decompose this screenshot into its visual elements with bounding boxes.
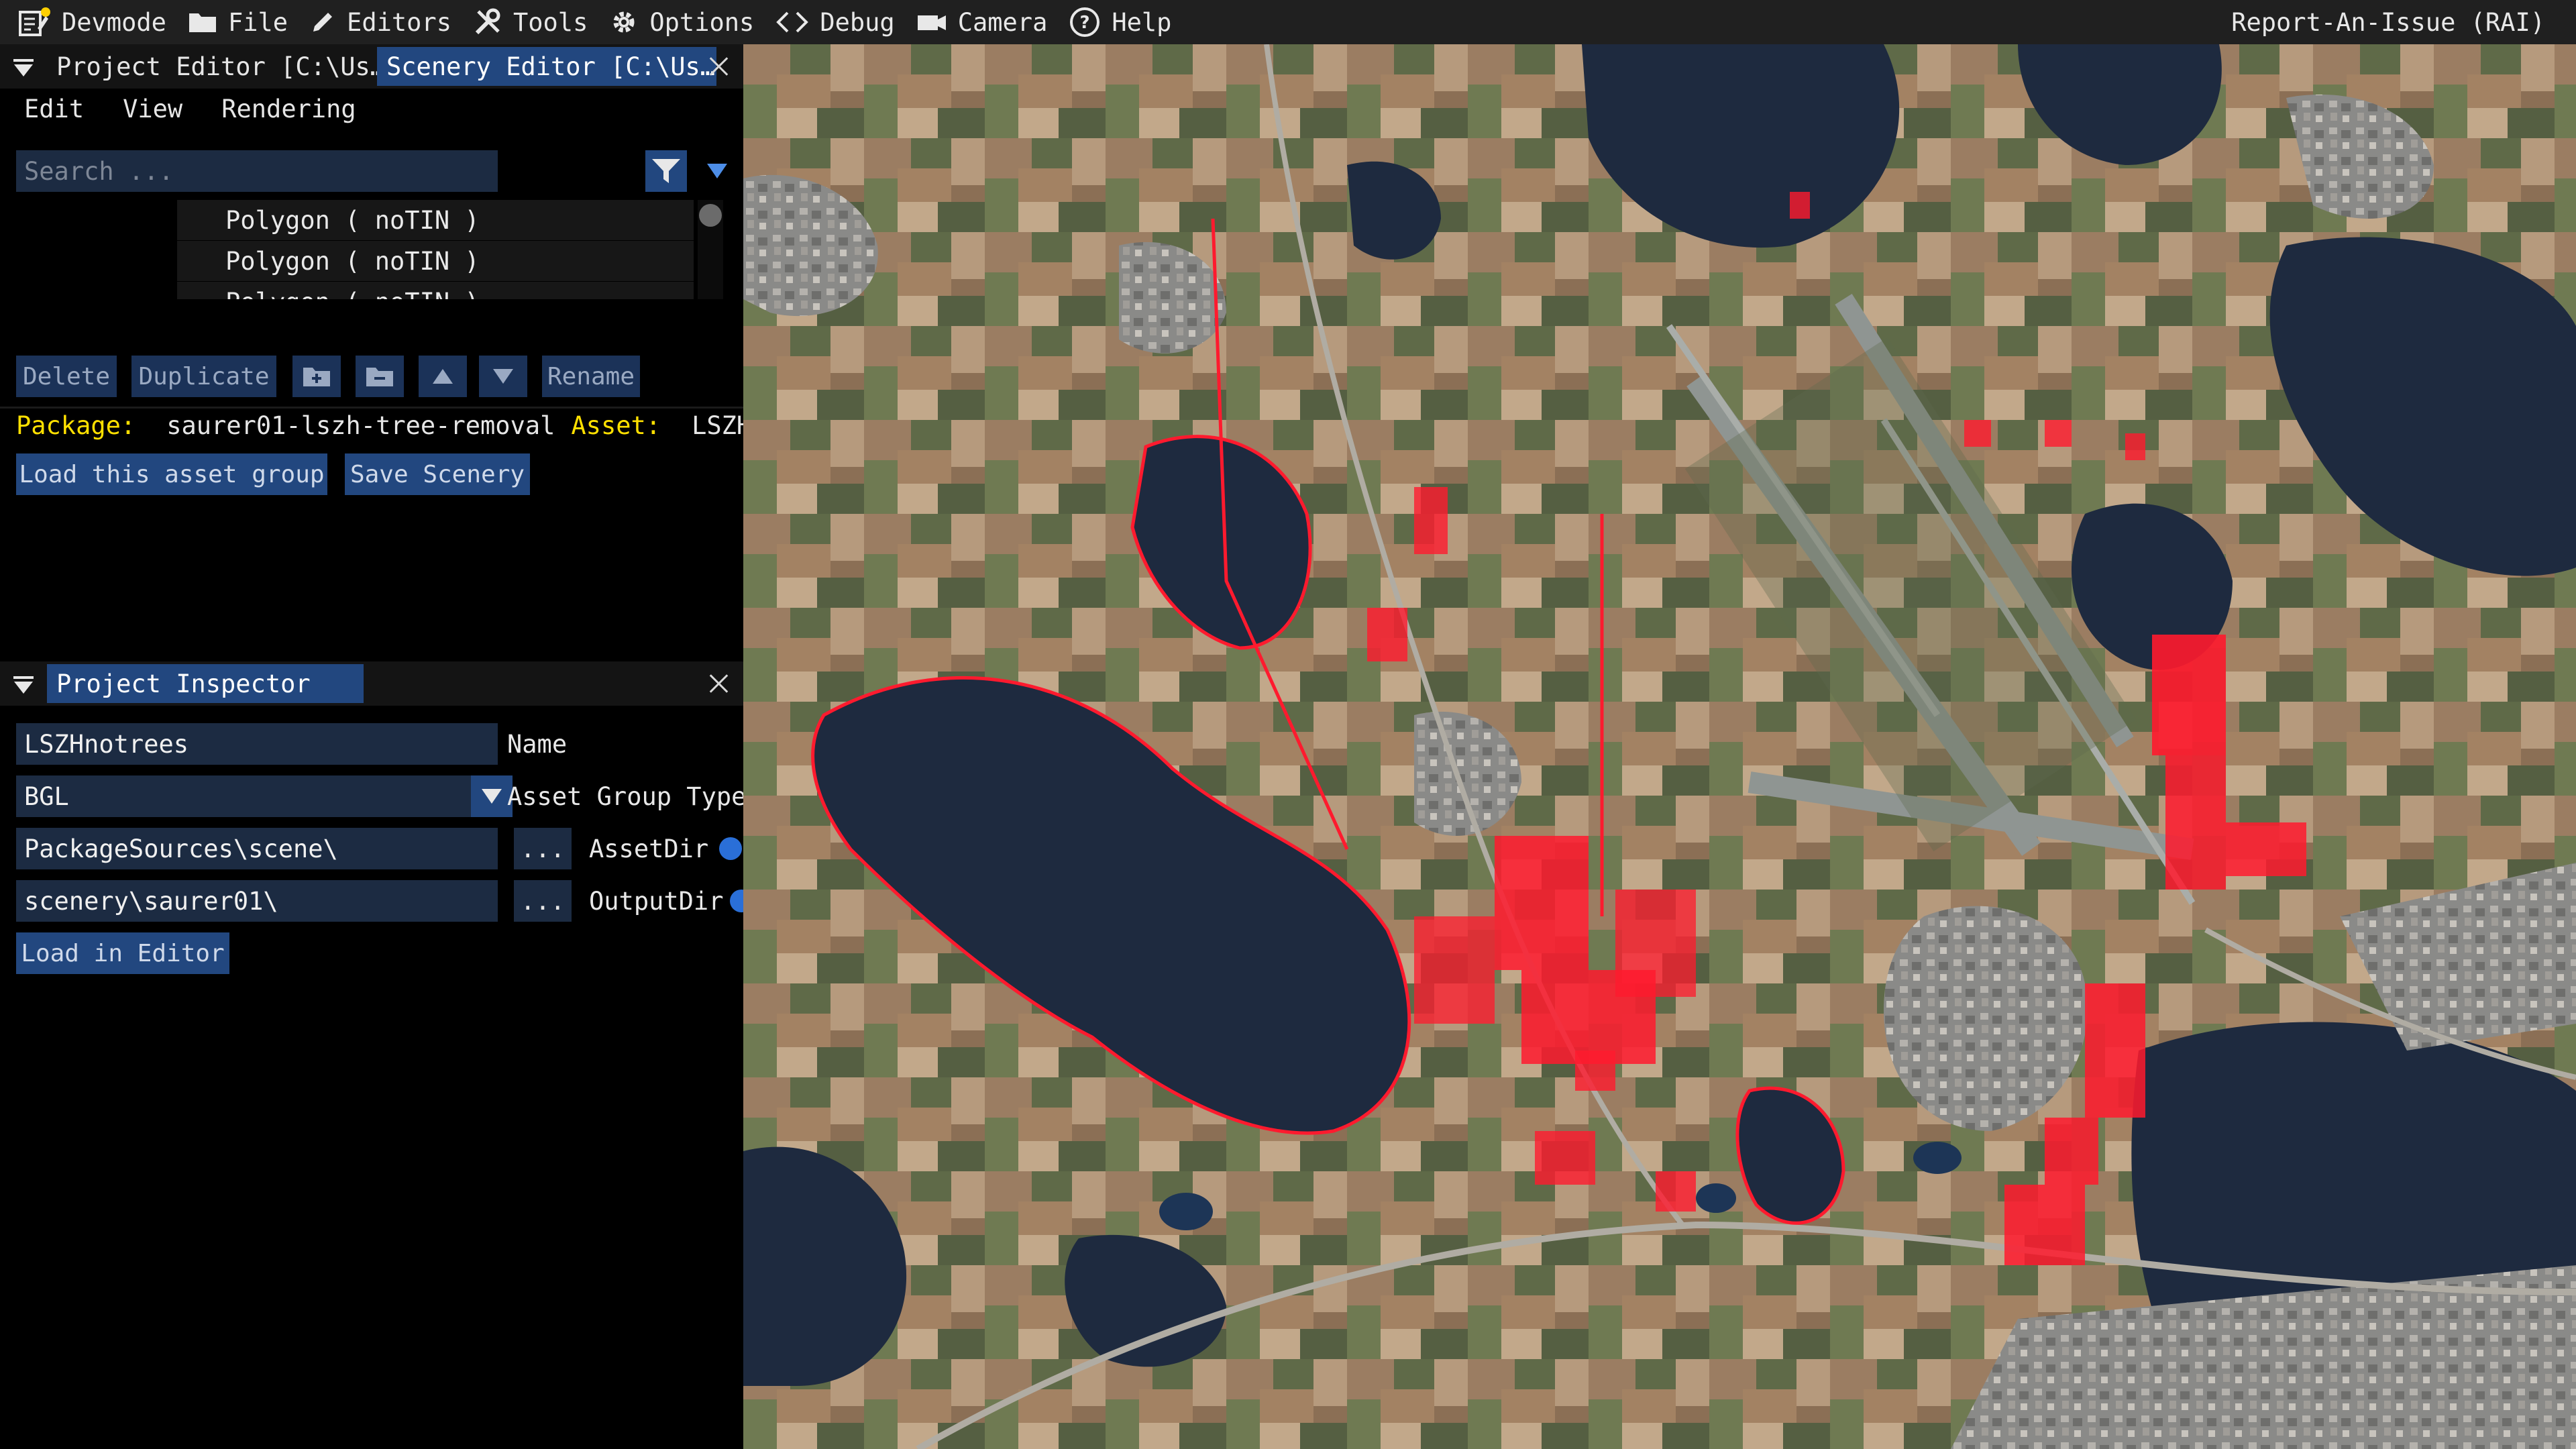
menu-devmode[interactable]: Devmode [0,0,177,44]
name-field[interactable]: LSZHnotrees [16,723,498,765]
move-down-button[interactable] [479,356,527,397]
info-badge[interactable] [730,890,743,912]
menu-debug-label: Debug [820,7,895,37]
add-folder-button[interactable] [356,356,404,397]
menu-tools-label: Tools [513,7,588,37]
menu-file-label: File [227,7,288,37]
save-scenery-button[interactable]: Save Scenery [345,453,530,495]
list-item-label: Polygon ( noTIN ) [225,288,480,300]
menu-file[interactable]: File [177,0,299,44]
tools-icon [475,8,500,35]
load-asset-group-button[interactable]: Load this asset group [16,453,327,495]
svg-text:?: ? [1080,13,1090,33]
load-in-editor-button[interactable]: Load in Editor [16,932,229,974]
menu-edit[interactable]: Edit [0,95,99,123]
arrow-up-icon [433,369,453,384]
assetdir-label: AssetDir [589,835,709,863]
tab-scenery-editor-label: Scenery Editor [C:\Us… [386,52,716,81]
info-badge[interactable] [719,837,742,860]
assetdir-value: PackageSources\scene\ [24,834,338,863]
rename-button[interactable]: Rename [542,356,640,397]
close-icon[interactable] [705,670,732,697]
editor-menu-bar: Edit View Rendering [0,89,743,129]
left-panel: Project Editor [C:\Us… Scenery Editor [C… [0,44,743,1449]
menu-help[interactable]: ? Help [1058,0,1182,44]
filter-button[interactable] [645,150,687,192]
folder-icon [366,368,393,386]
name-label: Name [507,730,568,759]
filter-dropdown[interactable] [691,150,743,192]
close-icon[interactable] [705,53,732,80]
package-info: Package: saurer01-lszh-tree-removal Asse… [16,405,743,445]
asset-group-type-label: Asset Group Type [507,782,743,811]
camera-icon [917,15,946,30]
package-label: Package: [16,411,136,440]
pencil-icon [313,13,333,32]
help-circle-icon: ? [1070,7,1100,37]
asset-label: Asset: [571,411,661,440]
chevron-down-icon [482,789,502,804]
delete-button[interactable]: Delete [16,356,117,397]
menu-options-label: Options [649,7,755,37]
menu-camera-label: Camera [957,7,1048,37]
tab-project-editor-label: Project Editor [C:\Us… [56,52,386,81]
outputdir-field[interactable]: scenery\saurer01\ [16,880,498,922]
main-menu-bar: Devmode File Editors Tools Options Debug… [0,0,2576,44]
name-value: LSZHnotrees [24,729,189,759]
menu-debug[interactable]: Debug [765,0,905,44]
asset-group-type-select[interactable]: BGL [16,775,513,817]
list-item[interactable]: Polygon ( noTIN ) [177,282,694,299]
report-issue-button[interactable]: Report-An-Issue (RAI) [2231,0,2545,44]
assetdir-browse-button[interactable]: ... [514,828,572,869]
asset-group-type-dropdown[interactable] [471,775,513,817]
tab-project-inspector[interactable]: Project Inspector [47,664,364,703]
asset-group-type-value: BGL [24,782,69,811]
list-item[interactable]: Polygon ( noTIN ) [177,241,694,281]
menu-editors[interactable]: Editors [299,0,462,44]
menu-camera[interactable]: Camera [906,0,1059,44]
move-up-button[interactable] [419,356,467,397]
outputdir-browse-button[interactable]: ... [514,880,572,922]
code-brackets-icon [776,11,809,33]
assetdir-field[interactable]: PackageSources\scene\ [16,828,498,869]
tab-scenery-editor[interactable]: Scenery Editor [C:\Us… [377,47,716,86]
folder-plus-icon [303,368,330,386]
menu-rendering[interactable]: Rendering [197,95,370,123]
menu-help-label: Help [1112,7,1172,37]
polygon-list: Polygon ( noTIN ) Polygon ( noTIN ) Poly… [177,200,698,299]
menu-devmode-label: Devmode [62,7,166,37]
map-viewport[interactable] [743,44,2576,1449]
tab-project-inspector-label: Project Inspector [56,669,311,698]
add-item-button[interactable] [292,356,341,397]
arrow-down-icon [493,369,513,384]
menu-options[interactable]: Options [598,0,765,44]
gear-icon [613,11,635,33]
list-scrollbar-thumb[interactable] [699,204,722,227]
outputdir-value: scenery\saurer01\ [24,886,278,916]
list-item-label: Polygon ( noTIN ) [225,246,480,276]
search-input[interactable]: Search ... [16,150,498,192]
devmode-notes-icon [19,7,50,36]
menu-view[interactable]: View [99,95,197,123]
duplicate-button[interactable]: Duplicate [131,356,276,397]
satellite-map[interactable] [743,44,2576,1449]
list-item[interactable]: Polygon ( noTIN ) [177,200,694,240]
inspector-tab-bar: Project Inspector [0,661,743,706]
editor-tab-bar: Project Editor [C:\Us… Scenery Editor [C… [0,44,743,89]
filter-icon [652,159,680,183]
collapse-triangle-icon[interactable] [12,56,35,79]
list-item-label: Polygon ( noTIN ) [225,205,480,235]
asset-value: LSZHnc [692,411,743,440]
search-placeholder: Search ... [24,156,174,186]
menu-tools[interactable]: Tools [462,0,598,44]
menu-editors-label: Editors [347,7,451,37]
collapse-triangle-icon[interactable] [12,674,35,696]
tab-project-editor[interactable]: Project Editor [C:\Us… [47,47,394,86]
folder-icon [189,13,216,32]
package-value: saurer01-lszh-tree-removal [166,411,555,440]
report-issue-label: Report-An-Issue (RAI) [2231,7,2545,37]
chevron-down-icon [707,164,727,178]
outputdir-label: OutputDir [589,887,724,916]
